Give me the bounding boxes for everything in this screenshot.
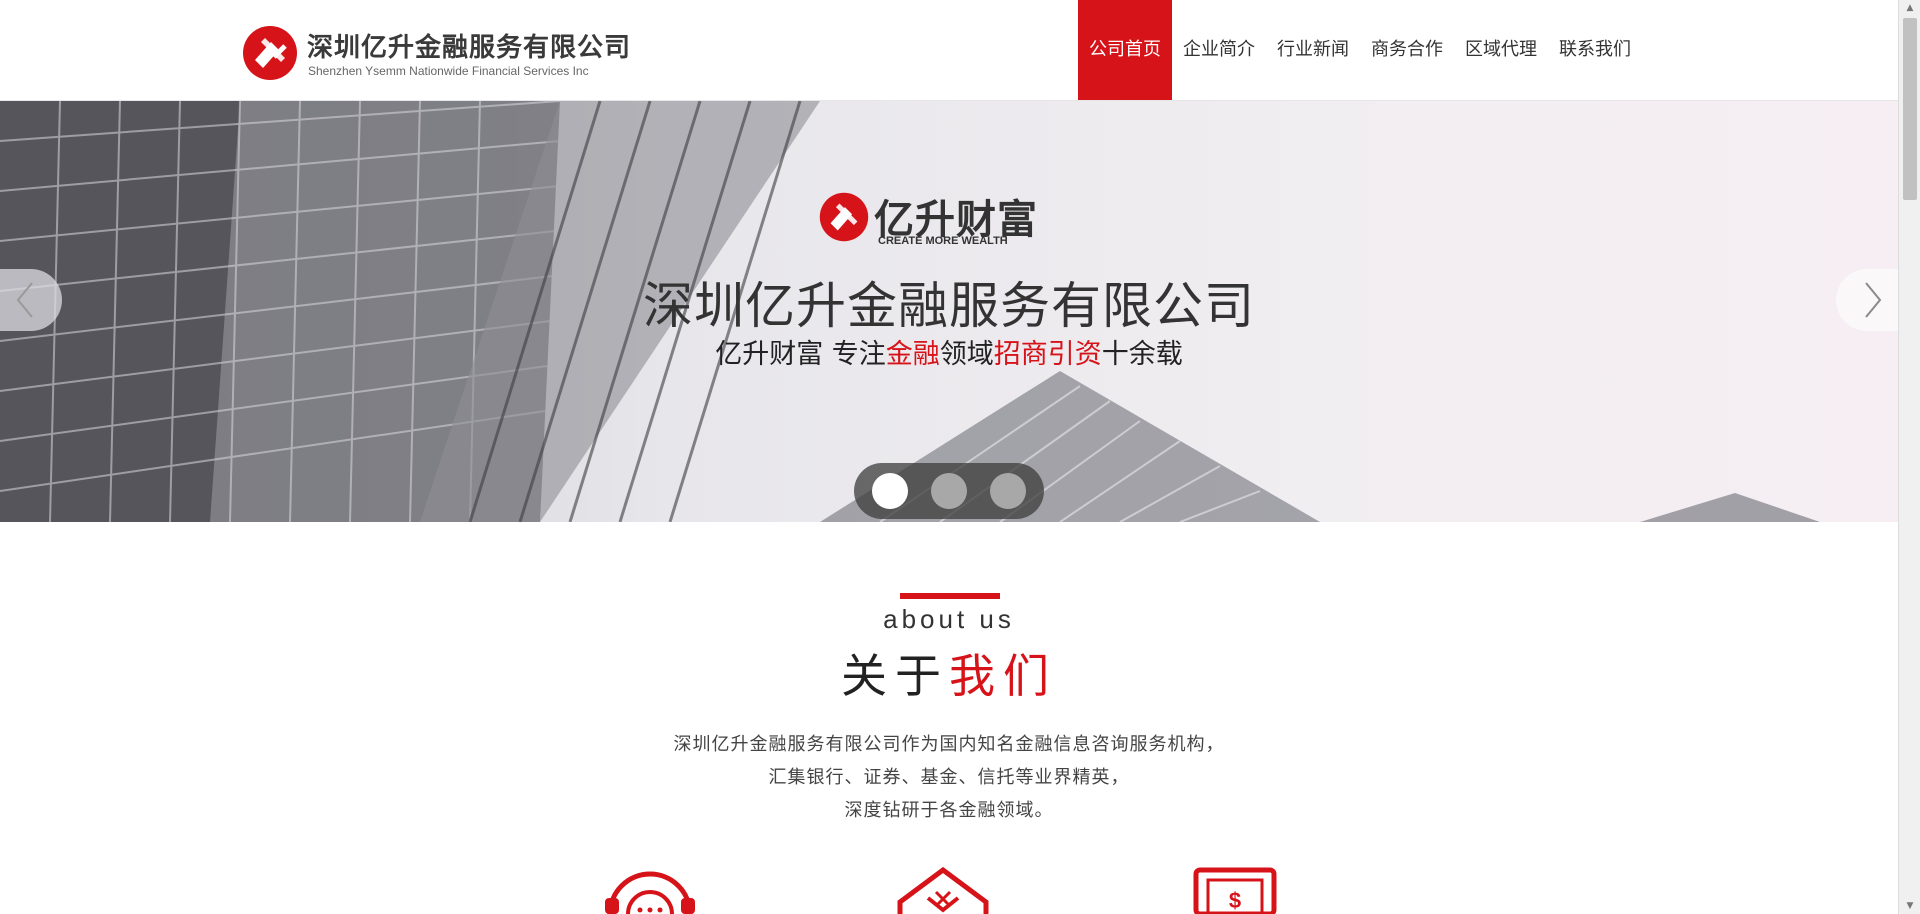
scroll-down-icon[interactable]: ▼ [1899, 898, 1920, 914]
about-heading-english: about us [883, 604, 1015, 634]
nav-company-profile[interactable]: 企业简介 [1172, 0, 1266, 100]
nav-regional-agency[interactable]: 区域代理 [1454, 0, 1548, 100]
about-heading-red: 我们 [949, 649, 1057, 703]
nav-contact-us[interactable]: 联系我们 [1548, 0, 1642, 100]
carousel-dot-1[interactable] [872, 473, 908, 509]
slogan-highlight-investment: 招商引资 [993, 339, 1102, 370]
about-accent-bar [900, 593, 1000, 599]
carousel-dot-3[interactable] [990, 473, 1026, 509]
logo-company-english-name: Shenzhen Ysemm Nationwide Financial Serv… [308, 64, 589, 78]
page-scrollbar[interactable]: ▲ ▼ [1898, 0, 1920, 914]
hero-banner-carousel: 亿升财富 CREATE MORE WEALTH 深圳亿升金融服务有限公司 亿升财… [0, 101, 1898, 522]
about-description: 深圳亿升金融服务有限公司作为国内知名金融信息咨询服务机构， 汇集银行、证券、基金… [0, 728, 1898, 827]
chevron-right-icon [1865, 282, 1882, 318]
banner-brand-subtitle: CREATE MORE WEALTH [878, 235, 1008, 247]
about-line-3: 深度钻研于各金融领域。 [844, 800, 1054, 821]
brand-mark-icon [819, 192, 869, 242]
about-heading: 关于我们 [0, 640, 1898, 706]
logo-company-name: 深圳亿升金融服务有限公司 [307, 33, 632, 63]
carousel-next-button[interactable] [1836, 269, 1898, 331]
slogan-part-1: 亿升财富 专注 [715, 339, 886, 370]
carousel-prev-button[interactable] [0, 269, 62, 331]
slogan-part-3: 十余载 [1101, 339, 1183, 370]
about-line-2: 汇集银行、证券、基金、信托等业界精英， [768, 767, 1130, 788]
headset-icon [605, 871, 695, 914]
nav-industry-news[interactable]: 行业新闻 [1266, 0, 1360, 100]
banner-title: 深圳亿升金融服务有限公司 [643, 277, 1255, 335]
carousel-dot-2[interactable] [931, 473, 967, 509]
slogan-part-2: 领域 [939, 339, 994, 370]
slogan-highlight-finance: 金融 [885, 339, 940, 370]
scroll-up-icon[interactable]: ▲ [1899, 0, 1920, 16]
nav-home[interactable]: 公司首页 [1078, 0, 1172, 100]
carousel-pagination [854, 463, 1044, 519]
envelope-icon [897, 866, 989, 914]
logo-mark-icon [243, 26, 297, 80]
about-heading-black: 关于 [841, 649, 949, 703]
banner-slogan: 亿升财富 专注金融领域招商引资十余载 [0, 332, 1898, 371]
main-nav: 公司首页 企业简介 行业新闻 商务合作 区域代理 联系我们 [1078, 0, 1642, 100]
chevron-left-icon [16, 282, 33, 318]
nav-business-cooperation[interactable]: 商务合作 [1360, 0, 1454, 100]
about-line-1: 深圳亿升金融服务有限公司作为国内知名金融信息咨询服务机构， [673, 734, 1225, 755]
site-header: 深圳亿升金融服务有限公司 Shenzhen Ysemm Nationwide F… [0, 0, 1898, 101]
scrollbar-thumb[interactable] [1903, 18, 1917, 200]
company-logo[interactable]: 深圳亿升金融服务有限公司 Shenzhen Ysemm Nationwide F… [241, 22, 641, 84]
banner-brand-logo: 亿升财富 CREATE MORE WEALTH [818, 187, 1058, 251]
card-dollar-icon: $ [1193, 867, 1277, 914]
svg-text:$: $ [1229, 888, 1241, 913]
